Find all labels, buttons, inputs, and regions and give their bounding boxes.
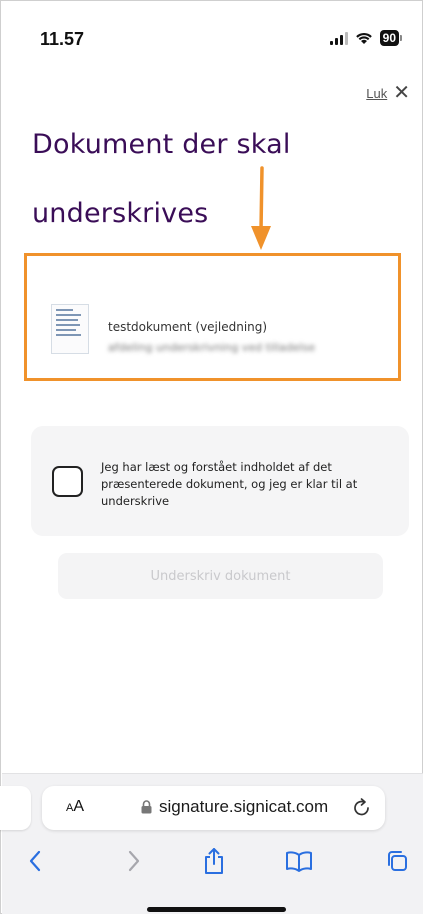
reload-icon[interactable] <box>351 796 373 820</box>
share-icon[interactable] <box>199 846 229 876</box>
close-icon: ✕ <box>393 82 410 104</box>
browser-toolbar <box>2 846 423 886</box>
browser-bottom-bar: AA signature.signicat.com <box>0 773 423 914</box>
close-button[interactable]: Luk ✕ <box>366 83 410 103</box>
cellular-signal-icon <box>329 31 348 45</box>
annotation-arrow-icon <box>251 166 271 250</box>
close-label: Luk <box>366 85 388 101</box>
document-thumbnail-icon <box>51 304 89 354</box>
status-icons: 90 <box>329 30 402 46</box>
document-highlight-box[interactable]: testdokument (vejledning) afdeling under… <box>24 253 401 381</box>
sign-document-button[interactable]: Underskriv dokument <box>58 553 383 599</box>
address-bar[interactable]: AA signature.signicat.com <box>42 786 385 830</box>
status-time: 11.57 <box>40 29 85 49</box>
bookmarks-icon[interactable] <box>284 846 314 876</box>
document-title: testdokument (vejledning) <box>108 320 268 334</box>
page-title-line-1: Dokument der skal <box>32 129 291 160</box>
lock-icon <box>141 800 152 814</box>
back-icon[interactable] <box>20 846 50 876</box>
consent-checkbox[interactable] <box>52 466 83 497</box>
previous-tab-preview[interactable] <box>0 786 31 830</box>
consent-text: Jeg har læst og forstået indholdet af de… <box>101 460 358 508</box>
tabs-icon[interactable] <box>382 846 412 876</box>
page-title-line-2: underskrives <box>32 198 209 229</box>
battery-icon: 90 <box>379 30 402 46</box>
forward-icon[interactable] <box>119 846 149 876</box>
reader-settings-button[interactable]: AA <box>66 798 84 816</box>
phone-screen: 11.57 90 Luk ✕ Dokument der skal undersk… <box>0 0 423 914</box>
url-text: signature.signicat.com <box>159 797 329 816</box>
document-subtitle: afdeling underskrivning ved tilladelse <box>108 341 316 354</box>
wifi-icon <box>355 32 372 44</box>
battery-level: 90 <box>379 30 399 46</box>
home-indicator <box>147 907 286 912</box>
consent-card: Jeg har læst og forstået indholdet af de… <box>31 426 409 536</box>
